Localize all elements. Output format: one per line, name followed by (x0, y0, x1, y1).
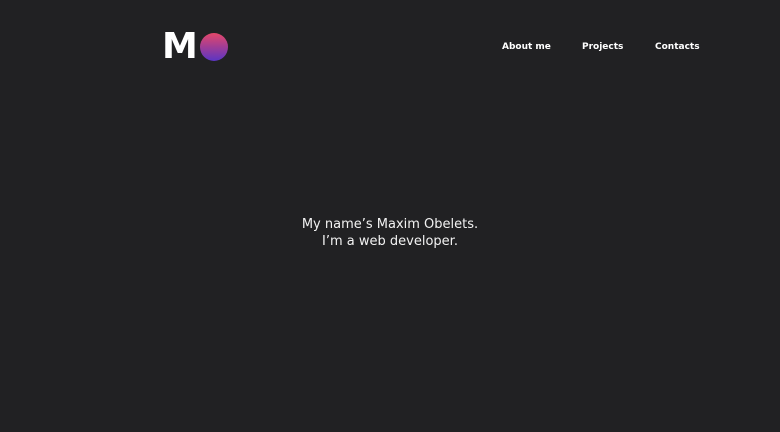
nav-link-about-me[interactable]: About me (502, 40, 551, 54)
hero-name-line: My name’s Maxim Obelets. (301, 217, 479, 232)
main-nav: About me Projects Contacts (0, 40, 780, 54)
nav-link-projects[interactable]: Projects (582, 40, 623, 54)
hero-intro: My name’s Maxim Obelets. I’m a web devel… (0, 216, 780, 250)
hero-role-line: I’m a web developer. (322, 234, 458, 249)
nav-link-contacts[interactable]: Contacts (655, 40, 700, 54)
